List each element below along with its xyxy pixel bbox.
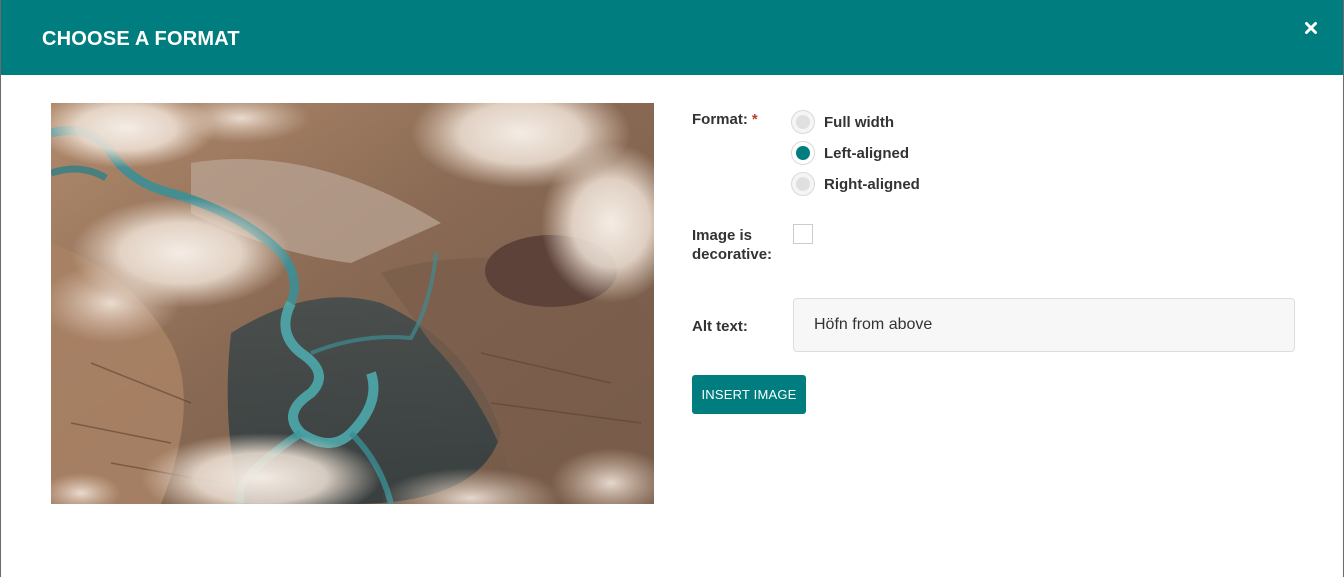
format-option-label: Full width <box>824 113 894 131</box>
aerial-photo <box>51 103 654 504</box>
format-label: Format: * <box>692 110 758 129</box>
decorative-label-line1: Image is <box>692 227 753 244</box>
format-option-left-aligned[interactable]: Left-aligned <box>791 140 909 166</box>
dialog-header: CHOOSE A FORMAT <box>1 0 1343 75</box>
choose-format-dialog: CHOOSE A FORMAT Format: * Full width Lef… <box>0 0 1344 577</box>
decorative-checkbox[interactable] <box>793 224 813 244</box>
image-preview <box>51 103 654 504</box>
close-icon <box>1305 22 1317 34</box>
required-marker: * <box>751 111 758 128</box>
format-option-label: Right-aligned <box>824 175 920 193</box>
format-option-label: Left-aligned <box>824 144 909 162</box>
radio-left-aligned[interactable] <box>791 141 815 165</box>
close-button[interactable] <box>1301 18 1321 38</box>
radio-right-aligned[interactable] <box>791 172 815 196</box>
format-option-right-aligned[interactable]: Right-aligned <box>791 171 920 197</box>
alt-text-input[interactable] <box>793 298 1295 352</box>
dialog-title: CHOOSE A FORMAT <box>42 28 240 50</box>
alt-text-label: Alt text: <box>692 318 748 335</box>
decorative-label-line2: decorative: <box>692 246 773 263</box>
insert-image-button[interactable]: INSERT IMAGE <box>692 375 806 414</box>
radio-full-width[interactable] <box>791 110 815 134</box>
format-label-text: Format: <box>692 111 748 128</box>
format-option-full-width[interactable]: Full width <box>791 109 894 135</box>
